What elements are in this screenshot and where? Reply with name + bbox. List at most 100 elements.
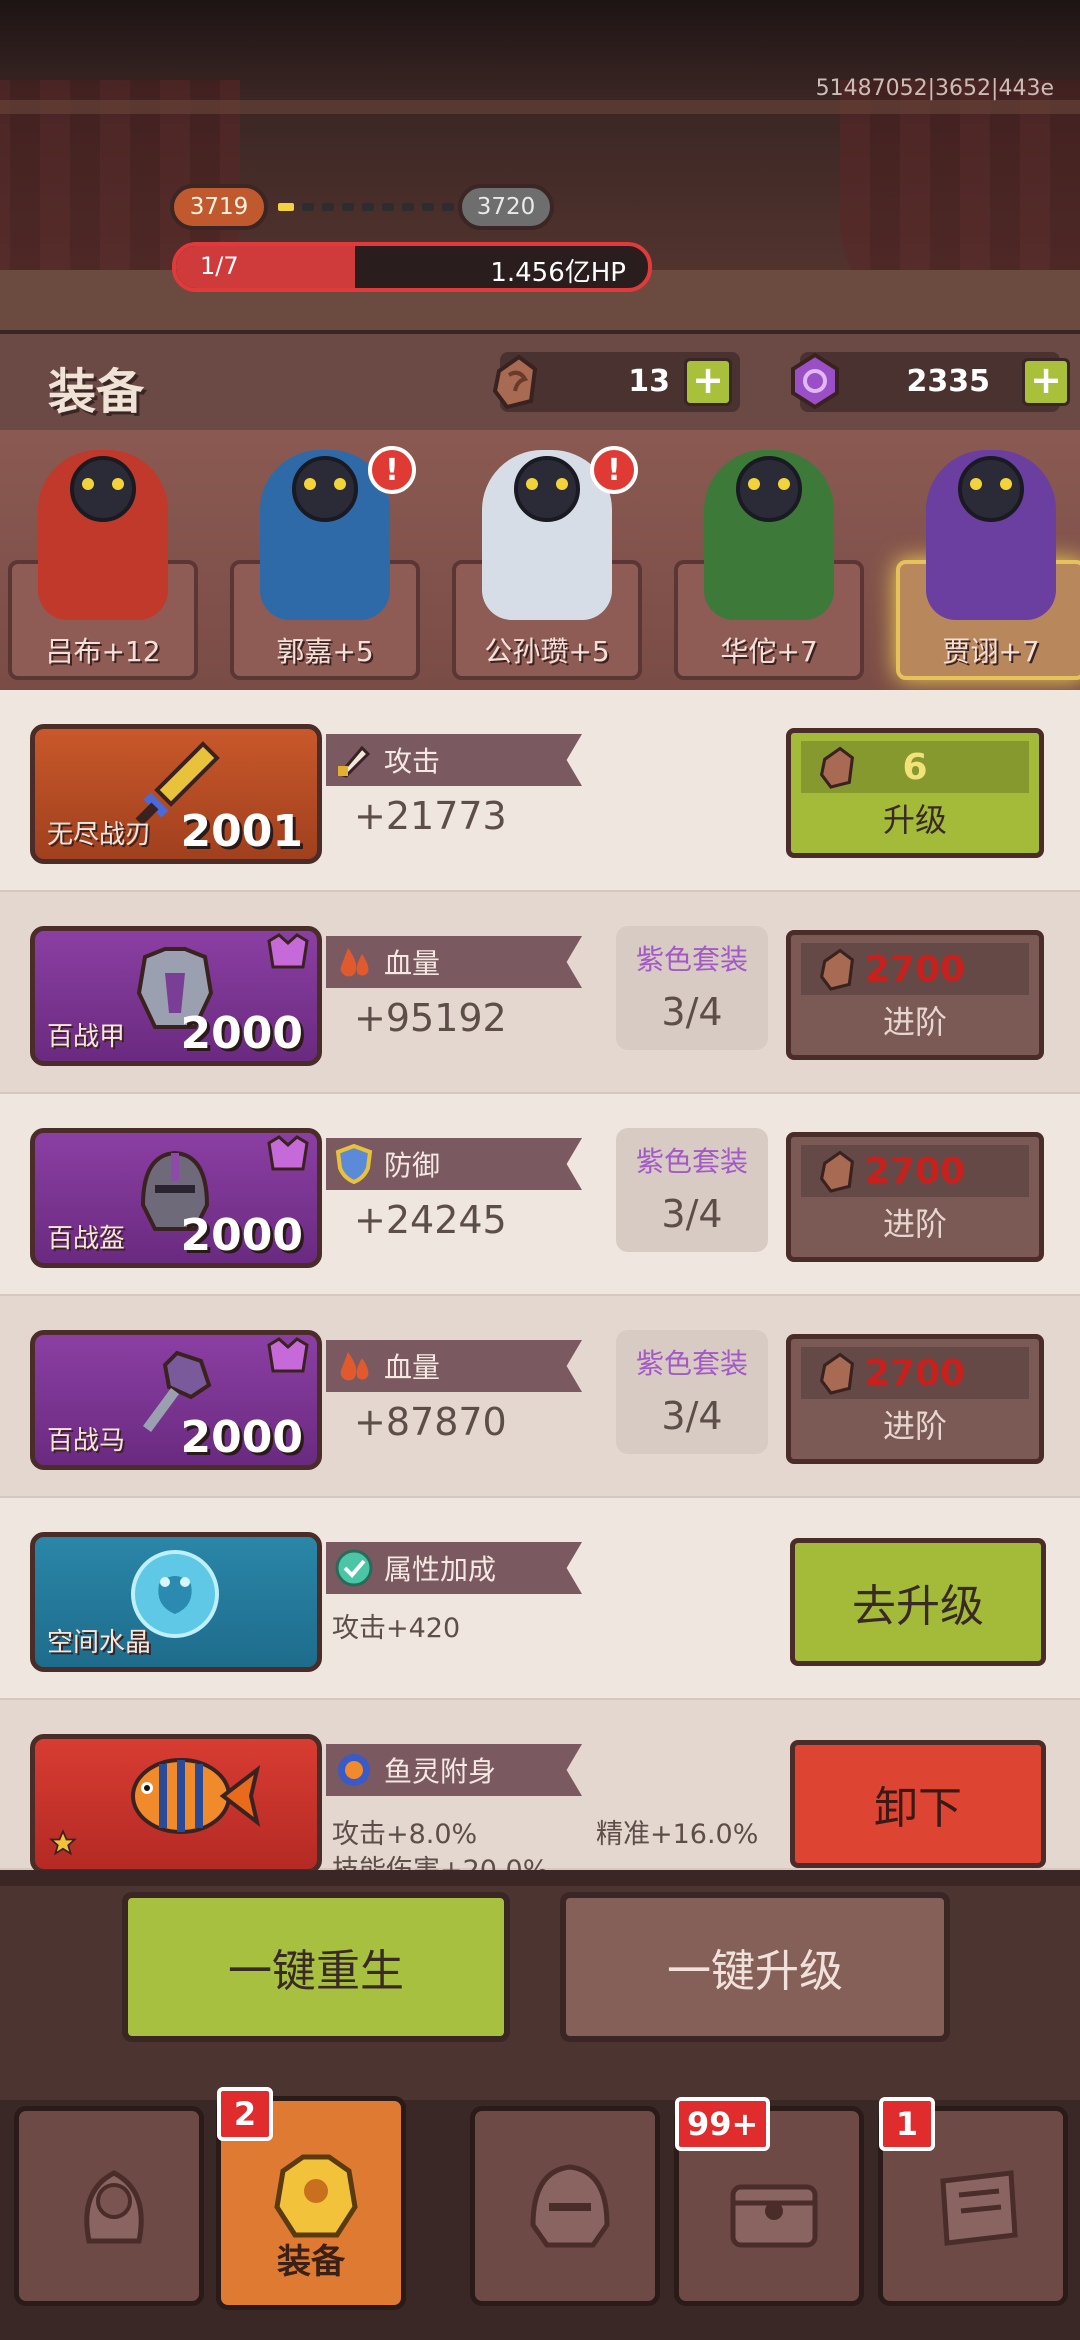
- debug-id-text: 51487052|3652|443e: [815, 76, 1054, 101]
- gem-icon: [786, 348, 844, 414]
- cost-amount: 2700: [864, 1150, 966, 1192]
- equipment-power: 2000: [180, 1210, 303, 1261]
- equipment-name: 无尽战刃: [47, 820, 152, 850]
- stat-name: 血量: [384, 947, 441, 980]
- equipment-power: 2001: [180, 806, 303, 857]
- fish-icon: [111, 1751, 261, 1841]
- stat-tag: 血量: [326, 1340, 582, 1392]
- hero-slot[interactable]: 公孙瓒+5!: [452, 430, 642, 680]
- nav-tab[interactable]: [470, 2106, 660, 2306]
- hero-head: [292, 456, 358, 522]
- fish-spirit-icon: [332, 1748, 376, 1792]
- helmet-icon: [515, 2151, 625, 2261]
- nav-tab[interactable]: 99+: [674, 2097, 864, 2306]
- equipment-row: 百战马 2000 血量 +87870 紫色套装 3/4 2700 进阶: [0, 1296, 1080, 1498]
- stat-name: 血量: [384, 1351, 441, 1384]
- suit-label: 紫色套装: [635, 943, 748, 976]
- crystal-card[interactable]: 空间水晶: [30, 1532, 322, 1672]
- hero-name: 郭嘉+5: [276, 635, 374, 668]
- go-upgrade-button[interactable]: 去升级: [790, 1538, 1046, 1666]
- hero-icon: [59, 2151, 169, 2261]
- fish-stat-line: 技能伤害+20.0%: [332, 1848, 548, 1870]
- advance-button[interactable]: 2700 进阶: [786, 1132, 1044, 1262]
- upgrade-button[interactable]: 6 升级: [786, 728, 1044, 858]
- cost-amount: 6: [902, 746, 928, 788]
- current-level-badge: 3719: [170, 184, 268, 230]
- crystal-row: 空间水晶 属性加成 攻击+420 去升级: [0, 1498, 1080, 1700]
- suit-crest-icon: [265, 1135, 311, 1175]
- advance-label: 进阶: [882, 1205, 947, 1243]
- notification-badge: 2: [217, 2087, 273, 2141]
- boss-hp-text: 1.456亿HP: [490, 258, 626, 288]
- stone-icon: [817, 1349, 857, 1406]
- scroll-icon: [923, 2151, 1033, 2261]
- stat-value: +21773: [354, 794, 507, 838]
- fish-stat-line: 精准+16.0%: [596, 1819, 759, 1850]
- nav-tab[interactable]: 1: [878, 2097, 1068, 2306]
- fish-spirit-card[interactable]: [30, 1734, 322, 1870]
- hero-head: [736, 456, 802, 522]
- alert-icon: !: [368, 446, 416, 494]
- unequip-button[interactable]: 卸下: [790, 1740, 1046, 1868]
- nav-tab-label: 装备: [277, 2242, 345, 2282]
- hero-head: [514, 456, 580, 522]
- advance-cost: 2700: [801, 1347, 1029, 1399]
- one-click-rebirth-button[interactable]: 一键重生: [122, 1892, 510, 2042]
- hp-drop-icon: [332, 1344, 376, 1388]
- hero-slot[interactable]: 华佗+7: [674, 430, 864, 680]
- suit-box[interactable]: 紫色套装 3/4: [616, 1330, 768, 1454]
- stage-beam: [0, 100, 1080, 114]
- suit-count: 3/4: [661, 1192, 723, 1236]
- stone-icon: [817, 1147, 857, 1204]
- bottom-nav: 装备 2 99+ 1: [0, 2087, 1080, 2340]
- hero-name: 华佗+7: [720, 635, 818, 668]
- equipment-row: 百战盔 2000 防御 +24245 紫色套装 3/4 2700 进阶: [0, 1094, 1080, 1296]
- advance-button[interactable]: 2700 进阶: [786, 930, 1044, 1060]
- hero-slot[interactable]: 吕布+12: [8, 430, 198, 680]
- add-stone-button[interactable]: +: [684, 358, 732, 406]
- stat-name: 鱼灵附身: [384, 1755, 497, 1788]
- hero-head: [958, 456, 1024, 522]
- helmet-card[interactable]: 百战盔 2000: [30, 1128, 322, 1268]
- advance-label: 进阶: [882, 1003, 947, 1041]
- hero-slot[interactable]: 贾诩+7: [896, 430, 1080, 680]
- advance-button[interactable]: 2700 进阶: [786, 1334, 1044, 1464]
- upgrade-cost: 6: [801, 741, 1029, 793]
- cost-amount: 2700: [864, 1352, 966, 1394]
- stat-value: +24245: [354, 1198, 507, 1242]
- shield-icon: [332, 1142, 376, 1186]
- suit-label: 紫色套装: [635, 1347, 748, 1380]
- stat-name: 属性加成: [384, 1553, 497, 1586]
- suit-box[interactable]: 紫色套装 3/4: [616, 1128, 768, 1252]
- one-click-upgrade-button[interactable]: 一键升级: [560, 1892, 950, 2042]
- hero-slot[interactable]: 郭嘉+5!: [230, 430, 420, 680]
- stone-resource: 13 +: [492, 352, 740, 412]
- hero-selector: 吕布+12 郭嘉+5! 公孙瓒+5! 华佗+7 贾诩+7: [0, 430, 1080, 690]
- advance-cost: 2700: [801, 1145, 1029, 1197]
- stat-tag: 血量: [326, 936, 582, 988]
- boss-hp-bar: 1/7 1.456亿HP: [172, 242, 652, 292]
- stat-name: 防御: [384, 1149, 441, 1182]
- add-gem-button[interactable]: +: [1022, 358, 1070, 406]
- suit-box[interactable]: 紫色套装 3/4: [616, 926, 768, 1050]
- stat-tag: 攻击: [326, 734, 582, 786]
- armor-card[interactable]: 百战甲 2000: [30, 926, 322, 1066]
- nav-tab[interactable]: [14, 2106, 204, 2306]
- bonus-check-icon: [332, 1546, 376, 1590]
- equipment-power: 2000: [180, 1412, 303, 1463]
- crystal-name: 空间水晶: [47, 1628, 152, 1658]
- fish-stat-line: 攻击+8.0%: [332, 1819, 478, 1850]
- action-bar: 一键重生 一键升级: [0, 1870, 1080, 2100]
- alert-icon: !: [590, 446, 638, 494]
- nav-tab[interactable]: 装备 2: [216, 2087, 406, 2310]
- weapon-card[interactable]: 无尽战刃 2001: [30, 724, 322, 864]
- suit-count: 3/4: [661, 990, 723, 1034]
- stat-tag: 属性加成: [326, 1542, 582, 1594]
- hero-head: [70, 456, 136, 522]
- mount-card[interactable]: 百战马 2000: [30, 1330, 322, 1470]
- star-icon: [49, 1829, 77, 1861]
- crystal-stat-line: 攻击+420: [332, 1613, 461, 1644]
- suit-crest-icon: [265, 1337, 311, 1377]
- equipment-row: 百战甲 2000 血量 +95192 紫色套装 3/4 2700 进阶: [0, 892, 1080, 1094]
- stat-value: +95192: [354, 996, 507, 1040]
